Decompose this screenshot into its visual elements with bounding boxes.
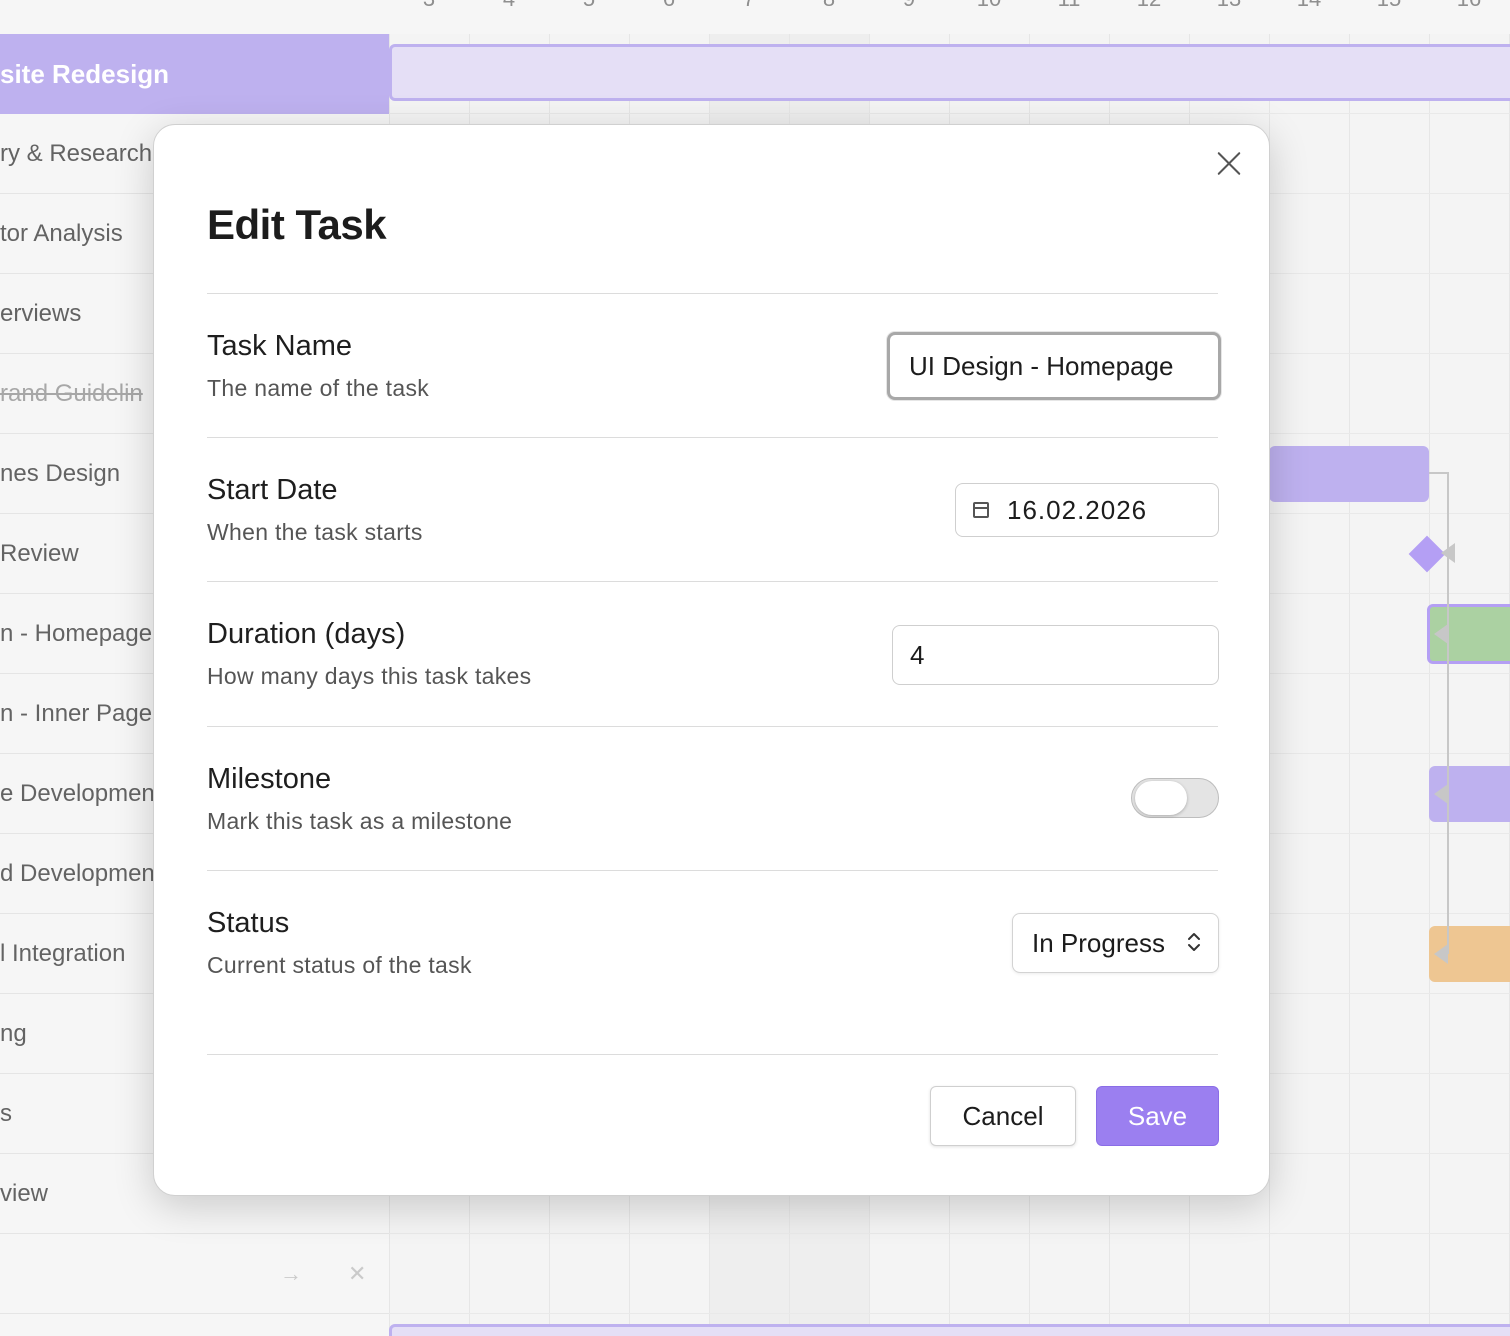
task-name-description: The name of the task bbox=[207, 375, 430, 401]
status-select[interactable]: In Progress bbox=[1012, 913, 1219, 973]
start-date-input[interactable]: 16.02.2026 bbox=[955, 483, 1219, 537]
calendar-icon bbox=[973, 502, 989, 518]
save-button[interactable]: Save bbox=[1096, 1086, 1219, 1146]
chevron-up-down-icon bbox=[1188, 933, 1200, 951]
divider bbox=[207, 726, 1218, 727]
duration-description: How many days this task takes bbox=[207, 663, 532, 689]
edit-task-dialog: Edit Task Task Name The name of the task… bbox=[153, 124, 1270, 1196]
milestone-description: Mark this task as a milestone bbox=[207, 808, 513, 834]
status-label: Status bbox=[207, 907, 290, 939]
start-date-description: When the task starts bbox=[207, 519, 423, 545]
duration-input[interactable]: 4 bbox=[892, 625, 1219, 685]
toggle-knob bbox=[1135, 781, 1187, 815]
milestone-label: Milestone bbox=[207, 763, 332, 795]
dialog-title: Edit Task bbox=[207, 201, 387, 248]
divider bbox=[207, 437, 1218, 438]
divider bbox=[207, 870, 1218, 871]
divider bbox=[207, 1054, 1218, 1055]
task-name-input[interactable]: UI Design - Homepage bbox=[887, 332, 1221, 400]
divider bbox=[207, 293, 1218, 294]
cancel-button[interactable]: Cancel bbox=[930, 1086, 1076, 1146]
task-name-value: UI Design - Homepage bbox=[909, 350, 1174, 381]
duration-label: Duration (days) bbox=[207, 618, 406, 650]
start-date-value: 16.02.2026 bbox=[1007, 494, 1148, 525]
close-icon[interactable] bbox=[1215, 149, 1243, 177]
milestone-toggle[interactable] bbox=[1131, 778, 1219, 818]
duration-value: 4 bbox=[910, 639, 925, 670]
task-name-label: Task Name bbox=[207, 330, 353, 362]
status-description: Current status of the task bbox=[207, 952, 472, 978]
status-value: In Progress bbox=[1032, 927, 1165, 958]
start-date-label: Start Date bbox=[207, 474, 338, 506]
divider bbox=[207, 581, 1218, 582]
